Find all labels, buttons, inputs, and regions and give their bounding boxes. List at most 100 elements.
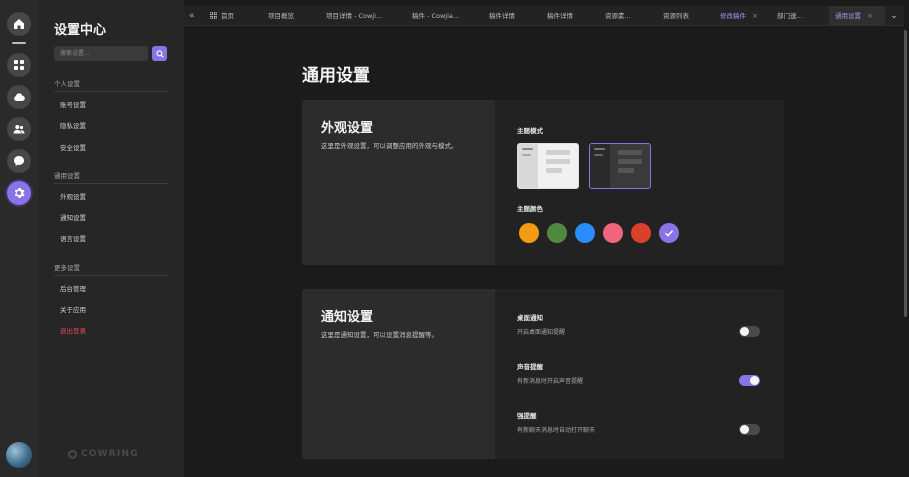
theme-preview-block — [618, 168, 634, 173]
tab-project-overview[interactable]: 项目概览 — [268, 6, 294, 26]
desktop-notify-desc: 开启桌面通知提醒 — [517, 329, 566, 336]
check-icon — [665, 230, 674, 237]
theme-preview-line — [594, 148, 605, 150]
color-swatch-red[interactable] — [631, 223, 651, 243]
theme-preview-block — [546, 150, 570, 155]
theme-preview-line — [522, 148, 533, 150]
tab-resource-list[interactable]: 资源列表 — [663, 6, 689, 26]
users-icon[interactable] — [7, 117, 31, 141]
rail-divider — [12, 42, 26, 44]
notifications-title: 通知设置 — [321, 310, 374, 325]
settings-panel: 设置中心 个人设置 账号设置 隐私设置 安全设置 通用设置 外观设置 通知设置 … — [38, 0, 184, 477]
theme-preview-line — [522, 154, 531, 156]
nav-item-account[interactable]: 账号设置 — [60, 99, 86, 109]
icon-rail — [0, 0, 38, 477]
appearance-title: 外观设置 — [321, 121, 374, 136]
chevron-down-icon[interactable]: ⌄ — [888, 6, 900, 26]
home-icon[interactable] — [7, 12, 31, 36]
close-icon[interactable]: × — [752, 12, 758, 20]
notifications-info: 通知设置 这里是通知设置，可以设置消息提醒等。 — [302, 289, 495, 459]
divider — [54, 275, 168, 276]
sound-alert-desc: 有新消息时开启声音提醒 — [517, 378, 584, 385]
tab-label: 通用设置 — [835, 12, 861, 20]
tab-label: 首页 — [221, 12, 234, 20]
page-title: 通用设置 — [302, 66, 370, 86]
brand-logo: COWRING — [68, 449, 139, 459]
color-swatch-green[interactable] — [547, 223, 567, 243]
sound-alert-label: 声音提醒 — [517, 363, 543, 371]
theme-mode-label: 主题模式 — [517, 127, 543, 135]
color-swatch-blue[interactable] — [575, 223, 595, 243]
avatar[interactable] — [6, 442, 32, 468]
notifications-card: 通知设置 这里是通知设置，可以设置消息提醒等。 桌面通知 开启桌面通知提醒 声音… — [302, 289, 784, 459]
tab-manuscript[interactable]: 稿件 - Cowjia... — [412, 6, 459, 26]
toggle-knob — [740, 327, 749, 336]
tab-manuscript-detail-1[interactable]: 稿件详情 — [489, 6, 515, 26]
theme-preview-sidebar — [518, 144, 538, 188]
tab-department[interactable]: 部门速... — [777, 6, 803, 26]
theme-dark-option[interactable] — [589, 143, 651, 189]
theme-color-label: 主题颜色 — [517, 205, 543, 213]
main-content: « 首页 项目概览 项目详情 - Cowji... 稿件 - Cowjia...… — [184, 0, 909, 477]
tab-home[interactable]: 首页 — [210, 6, 234, 26]
tab-resource-material[interactable]: 资源素... — [605, 6, 631, 26]
appearance-desc: 这里是外观设置，可以调整应用的外观与模式。 — [321, 142, 458, 150]
nav-item-language[interactable]: 语言设置 — [60, 233, 86, 243]
color-swatch-purple[interactable] — [659, 223, 679, 243]
brand-icon — [68, 449, 77, 459]
search-input[interactable] — [54, 46, 148, 61]
tab-project-detail[interactable]: 项目详情 - Cowji... — [326, 6, 382, 26]
appearance-options: 主题模式 主题颜色 — [495, 100, 784, 265]
grid-icon — [210, 12, 217, 19]
brand-name: COWRING — [81, 449, 139, 459]
theme-preview-block — [546, 159, 570, 164]
nav-item-logout[interactable]: 退出登录 — [60, 325, 86, 335]
divider — [54, 91, 168, 92]
cloud-icon[interactable] — [7, 85, 31, 109]
toggle-knob — [740, 425, 749, 434]
tab-edit-manuscript[interactable]: 修改稿件 × — [720, 6, 758, 26]
tab-manuscript-detail-2[interactable]: 稿件详情 — [547, 6, 573, 26]
nav-item-privacy[interactable]: 隐私设置 — [60, 120, 86, 130]
group-title-personal: 个人设置 — [54, 80, 80, 88]
color-swatch-pink[interactable] — [603, 223, 623, 243]
theme-preview-block — [546, 168, 562, 173]
notifications-options: 桌面通知 开启桌面通知提醒 声音提醒 有新消息时开启声音提醒 强提醒 有新聊天消… — [495, 289, 784, 459]
tab-label: 修改稿件 — [720, 12, 746, 20]
chat-icon[interactable] — [7, 149, 31, 173]
theme-preview-sidebar — [590, 144, 610, 188]
search-icon — [155, 49, 164, 58]
appearance-card: 外观设置 这里是外观设置，可以调整应用的外观与模式。 主题模式 主题颜色 — [302, 100, 784, 265]
gear-icon[interactable] — [7, 181, 31, 205]
appearance-info: 外观设置 这里是外观设置，可以调整应用的外观与模式。 — [302, 100, 495, 265]
strong-alert-desc: 有新聊天消息时自动打开聊天 — [517, 427, 596, 434]
nav-item-about[interactable]: 关于应用 — [60, 304, 86, 314]
collapse-tabs-icon[interactable]: « — [189, 6, 201, 26]
nav-item-security[interactable]: 安全设置 — [60, 142, 86, 152]
desktop-notify-label: 桌面通知 — [517, 314, 543, 322]
close-icon[interactable]: × — [867, 12, 873, 20]
tab-bar: « 首页 项目概览 项目详情 - Cowji... 稿件 - Cowjia...… — [184, 6, 904, 26]
divider — [54, 183, 168, 184]
grid-icon[interactable] — [7, 53, 31, 77]
strong-alert-toggle[interactable] — [739, 424, 760, 435]
theme-preview-block — [618, 150, 642, 155]
tab-general-settings[interactable]: 通用设置 × — [829, 6, 885, 26]
group-title-more: 更多设置 — [54, 264, 80, 272]
toggle-knob — [750, 376, 759, 385]
theme-preview-line — [594, 154, 603, 156]
app-window: 设置中心 个人设置 账号设置 隐私设置 安全设置 通用设置 外观设置 通知设置 … — [0, 0, 909, 477]
theme-light-option[interactable] — [517, 143, 579, 189]
group-title-general: 通用设置 — [54, 172, 80, 180]
color-swatch-orange[interactable] — [519, 223, 539, 243]
sound-alert-toggle[interactable] — [739, 375, 760, 386]
nav-item-admin[interactable]: 后台管理 — [60, 283, 86, 293]
strong-alert-label: 强提醒 — [517, 412, 537, 420]
panel-title: 设置中心 — [54, 23, 107, 38]
nav-item-notifications[interactable]: 通知设置 — [60, 212, 86, 222]
scrollbar[interactable] — [904, 30, 907, 317]
theme-preview-block — [618, 159, 642, 164]
nav-item-appearance[interactable]: 外观设置 — [60, 191, 86, 201]
search-button[interactable] — [152, 46, 167, 61]
desktop-notify-toggle[interactable] — [739, 326, 760, 337]
